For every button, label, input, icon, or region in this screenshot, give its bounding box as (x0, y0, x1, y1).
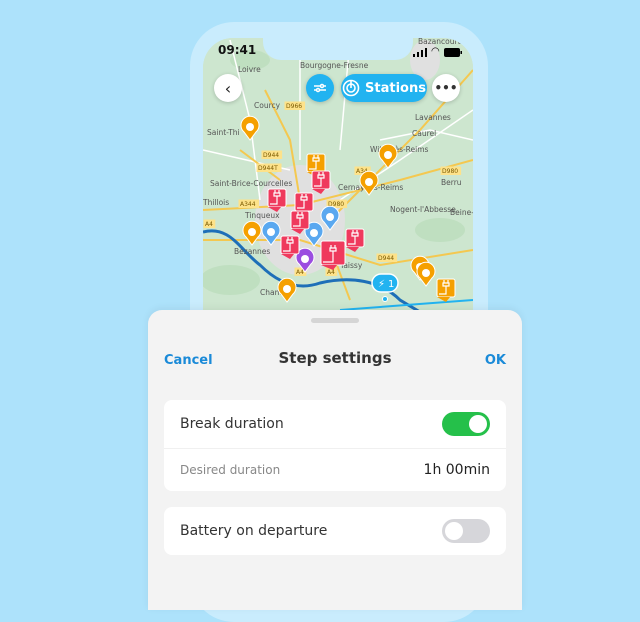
map-label: Saint-Thi (207, 128, 240, 137)
chevron-left-icon: ‹ (224, 78, 232, 98)
map-label: D966 (286, 103, 302, 110)
sheet-grabber[interactable] (311, 318, 359, 323)
battery-departure-row: Battery on departure (164, 507, 506, 555)
map-label: Bazancourt (418, 38, 461, 46)
phone-notch (263, 38, 413, 60)
map-label: A344 (240, 201, 256, 208)
break-settings-card: Break duration Desired duration 1h 00min (164, 400, 506, 491)
step-settings-sheet: Cancel Step settings OK Break duration D… (148, 310, 522, 610)
filter-button[interactable] (306, 74, 334, 102)
ellipsis-icon: ••• (434, 81, 458, 95)
map-label: Tinqueux (244, 211, 280, 220)
break-duration-label: Break duration (180, 416, 284, 432)
battery-departure-toggle[interactable] (442, 519, 490, 543)
route-badge-count: 1 (388, 279, 394, 290)
map-label: Loivre (238, 65, 261, 74)
map-label: Lavannes (415, 113, 451, 122)
lightning-icon: ⚡ (378, 279, 385, 290)
map-label: Bezannes (234, 247, 270, 256)
desired-duration-value[interactable]: 1h 00min (424, 462, 490, 478)
more-options-button[interactable]: ••• (432, 74, 460, 102)
signal-icon (413, 48, 427, 57)
desired-duration-row[interactable]: Desired duration 1h 00min (164, 448, 506, 491)
map-label: Beine- (450, 208, 473, 217)
map-label: Berru (441, 178, 462, 187)
map-label: Nogent-l'Abbesse (390, 205, 456, 214)
desired-duration-label: Desired duration (180, 463, 281, 477)
sliders-icon (314, 83, 326, 93)
map-label: D944 (263, 152, 279, 159)
map-label: Saint-Brice-Courcelles (210, 179, 292, 188)
map-label: D944 (378, 255, 394, 262)
map-label: A4 (205, 221, 213, 228)
map-label: Thillois (203, 198, 229, 207)
stations-button[interactable]: Stations (341, 74, 427, 102)
status-icons: ◠ (413, 46, 462, 57)
radar-icon (342, 79, 360, 97)
battery-icon (443, 48, 462, 57)
map-label: D980 (442, 168, 458, 175)
battery-departure-label: Battery on departure (180, 523, 328, 539)
map-label: A4 (327, 269, 335, 276)
status-time: 09:41 (218, 43, 257, 57)
wifi-icon: ◠ (431, 46, 440, 57)
map-label: Caurel (412, 129, 436, 138)
back-button[interactable]: ‹ (214, 74, 242, 102)
map-label: D944T (258, 165, 278, 172)
battery-settings-card: Battery on departure (164, 507, 506, 555)
map-label: Courcy (254, 101, 281, 110)
sheet-title: Step settings (278, 349, 392, 367)
break-duration-toggle[interactable] (442, 412, 490, 436)
stations-label: Stations (365, 80, 426, 96)
break-duration-row: Break duration (164, 400, 506, 448)
map-label: Bourgogne-Fresne (300, 61, 369, 70)
ok-button[interactable]: OK (485, 353, 506, 368)
map-label: A4 (296, 269, 304, 276)
